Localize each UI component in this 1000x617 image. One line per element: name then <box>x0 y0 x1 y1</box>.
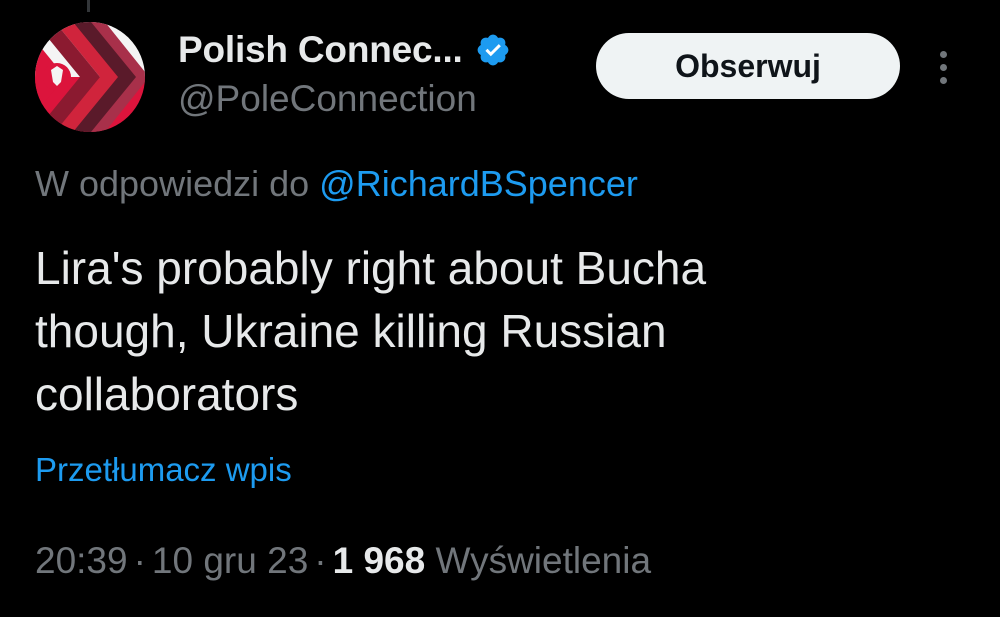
more-dot <box>939 50 947 58</box>
verified-badge-icon <box>477 34 508 66</box>
more-vertical-icon[interactable] <box>928 42 958 92</box>
meta-separator: · <box>314 540 327 581</box>
view-count: 1 968 <box>332 540 426 581</box>
follow-button[interactable]: Obserwuj <box>596 33 900 99</box>
tweet-text-line: collaborators <box>35 368 299 420</box>
author-display-name[interactable]: Polish Connec... <box>178 29 463 71</box>
reply-prefix: W odpowiedzi do <box>35 163 310 204</box>
tweet-text-line: Lira's probably right about Bucha <box>35 242 707 294</box>
more-dot <box>939 63 947 71</box>
flag-chevron-logo-icon <box>35 22 145 132</box>
tweet-time[interactable]: 20:39 <box>35 540 128 581</box>
reply-mention-link[interactable]: @RichardBSpencer <box>319 163 638 204</box>
reply-context: W odpowiedzi do @RichardBSpencer <box>35 163 638 205</box>
tweet-date[interactable]: 10 gru 23 <box>152 540 308 581</box>
avatar[interactable] <box>35 22 145 132</box>
tweet-text: Lira's probably right about Bucha though… <box>35 237 965 426</box>
views-label: Wyświetlenia <box>435 540 652 581</box>
author-handle[interactable]: @PoleConnection <box>178 78 511 120</box>
tweet-text-line: though, Ukraine killing Russian <box>35 305 667 357</box>
meta-separator: · <box>133 540 146 581</box>
translate-post-link[interactable]: Przetłumacz wpis <box>35 451 292 489</box>
author-info: Polish Connec... @PoleConnection <box>178 26 511 120</box>
tweet-meta: 20:39 · 10 gru 23 · 1 968 Wyświetlenia <box>35 540 651 582</box>
thread-connector-line <box>87 0 90 12</box>
more-dot <box>939 76 947 84</box>
